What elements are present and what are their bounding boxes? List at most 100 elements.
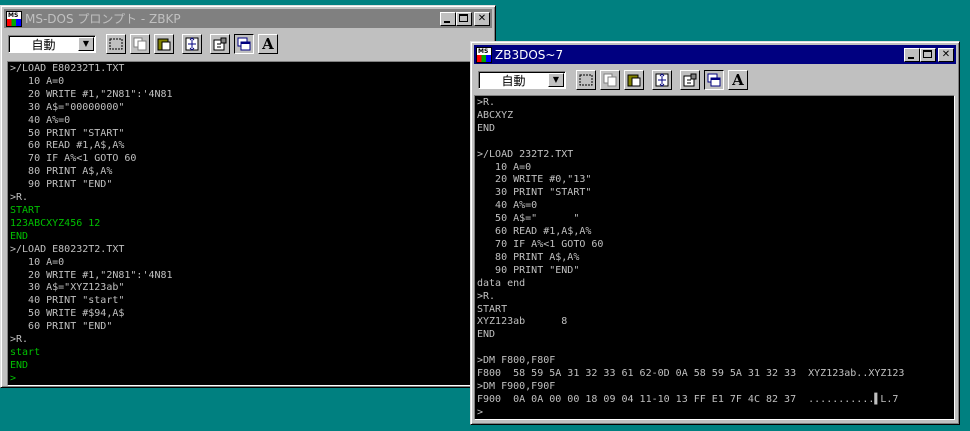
console-line: data end (477, 277, 526, 289)
console-line: 30 A$="XYZ123ab" (10, 282, 125, 294)
console-line: 70 IF A%<1 GOTO 60 (10, 153, 137, 165)
console-line: F900 0A 0A 00 00 18 09 04 11-10 13 FF E1… (477, 393, 899, 405)
properties-button[interactable] (680, 70, 700, 90)
copy-icon (133, 37, 147, 51)
chevron-down-icon[interactable]: ▼ (78, 37, 94, 51)
fullscreen-icon (185, 37, 199, 51)
console-line: >DM F800,F80F (477, 355, 556, 367)
console-line: 20 WRITE #1,"2N81":'4N81 (10, 88, 173, 100)
console-line: 60 READ #1,A$,A% (10, 140, 125, 152)
font-size-select[interactable]: 自動 ▼ (478, 71, 566, 89)
maximize-button[interactable] (456, 11, 472, 26)
fullscreen-button[interactable] (652, 70, 672, 90)
fullscreen-icon (655, 73, 669, 87)
console-line: 30 A$="00000000" (10, 101, 125, 113)
console-line: > (10, 372, 17, 384)
toolbar: 自動 ▼ A (4, 30, 492, 58)
console-line: start (10, 346, 41, 358)
console-line: 40 A%=0 (477, 200, 538, 212)
window-title: MS-DOS プロンプト - ZBKP (25, 12, 181, 26)
console-line: >/LOAD E80232T1.TXT (10, 63, 125, 74)
console-line: 80 PRINT A$,A% (10, 166, 113, 178)
console-line: END (477, 329, 496, 341)
console-line: END (10, 230, 29, 242)
console-line: 70 IF A%<1 GOTO 60 (477, 238, 604, 250)
console-line: >R. (10, 192, 29, 204)
console-line: 60 READ #1,A$,A% (477, 226, 592, 238)
minimize-button[interactable] (440, 11, 456, 26)
console-line: > (477, 406, 484, 418)
console-line: 20 WRITE #1,"2N81":'4N81 (10, 269, 173, 281)
console-line: XYZ123ab 8 (477, 316, 568, 328)
background-button[interactable] (234, 34, 254, 54)
console-output[interactable]: >R. ABCXYZ END >/LOAD 232T2.TXT 10 A=0 20 … (474, 95, 955, 420)
font-size-value: 自動 (31, 37, 56, 52)
properties-icon (683, 73, 697, 87)
copy-icon (603, 73, 617, 87)
console-line: 40 A%=0 (10, 114, 71, 126)
chevron-down-icon[interactable]: ▼ (548, 73, 564, 87)
paste-button[interactable] (624, 70, 644, 90)
dos-window-zb3dos[interactable]: MS ZB3DOS~7 ✕ 自動 ▼ A >R. ABCXYZ END >/LO… (470, 41, 960, 425)
font-button[interactable]: A (258, 34, 278, 54)
console-line: >R. (10, 334, 29, 346)
fullscreen-button[interactable] (182, 34, 202, 54)
font-button[interactable]: A (728, 70, 748, 90)
close-button[interactable]: ✕ (938, 47, 954, 62)
console-line: >/LOAD 232T2.TXT (477, 148, 574, 160)
background-icon (237, 37, 251, 51)
titlebar[interactable]: MS ZB3DOS~7 ✕ (474, 45, 956, 64)
toolbar: 自動 ▼ A (474, 66, 956, 94)
copy-button[interactable] (600, 70, 620, 90)
mark-icon (109, 38, 123, 50)
paste-button[interactable] (154, 34, 174, 54)
console-line: 123ABCXYZ456 12 (10, 217, 101, 229)
console-line: >/LOAD E80232T2.TXT (10, 243, 125, 255)
paste-icon (157, 38, 171, 51)
paste-icon (627, 74, 641, 87)
console-line: 50 PRINT "START" (10, 127, 125, 139)
close-button[interactable]: ✕ (474, 11, 490, 26)
console-line: 10 A=0 (10, 256, 65, 268)
mark-button[interactable] (106, 34, 126, 54)
console-line: END (477, 122, 496, 134)
copy-button[interactable] (130, 34, 150, 54)
mark-button[interactable] (576, 70, 596, 90)
console-line: START (10, 204, 41, 216)
console-line: START (477, 303, 508, 315)
console-line: >R. (477, 97, 496, 108)
console-line: 10 A=0 (477, 161, 532, 173)
console-line: 90 PRINT "END" (10, 179, 113, 191)
mark-icon (579, 74, 593, 86)
console-line: 80 PRINT A$,A% (477, 251, 580, 263)
background-icon (707, 73, 721, 87)
console-line: >R. (477, 290, 496, 302)
console-line: 20 WRITE #0,"13" (477, 174, 592, 186)
console-line: 60 PRINT "END" (10, 321, 113, 333)
titlebar[interactable]: MS MS-DOS プロンプト - ZBKP ✕ (4, 9, 492, 28)
properties-button[interactable] (210, 34, 230, 54)
console-line: 10 A=0 (10, 75, 65, 87)
console-output[interactable]: >/LOAD E80232T1.TXT 10 A=0 20 WRITE #1,"… (7, 61, 491, 386)
background-button[interactable] (704, 70, 724, 90)
dos-window-zbkp[interactable]: MS MS-DOS プロンプト - ZBKP ✕ 自動 ▼ A >/LOAD E… (0, 5, 496, 388)
console-line: 50 WRITE #$94,A$ (10, 308, 125, 320)
console-line: 50 A$=" " (477, 213, 580, 225)
console-line: ABCXYZ (477, 109, 514, 121)
font-size-value: 自動 (501, 73, 526, 88)
maximize-button[interactable] (920, 47, 936, 62)
properties-icon (213, 37, 227, 51)
console-line: 90 PRINT "END" (477, 264, 580, 276)
console-line: 30 PRINT "START" (477, 187, 592, 199)
console-line: F800 58 59 5A 31 32 33 61 62-0D 0A 58 59… (477, 368, 905, 380)
msdos-app-icon[interactable]: MS (6, 10, 22, 27)
console-line: END (10, 359, 29, 371)
font-size-select[interactable]: 自動 ▼ (8, 35, 96, 53)
console-line: 40 PRINT "start" (10, 295, 125, 307)
msdos-app-icon[interactable]: MS (476, 46, 492, 63)
window-title: ZB3DOS~7 (495, 47, 564, 62)
minimize-button[interactable] (904, 47, 920, 62)
console-line: >DM F900,F90F (477, 380, 556, 392)
